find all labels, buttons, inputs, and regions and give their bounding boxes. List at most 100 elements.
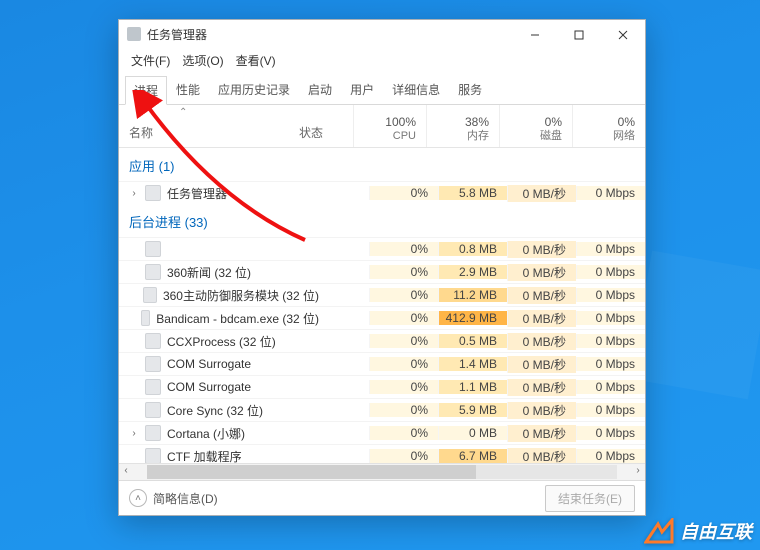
process-table: ⌃ 名称 状态 100% CPU 38% 内存 0% 磁盘 xyxy=(119,105,645,480)
process-icon xyxy=(143,287,157,303)
cell-name: COM Surrogate xyxy=(119,379,319,395)
process-name: CTF 加载程序 xyxy=(167,448,242,464)
cell-disk: 0 MB/秒 xyxy=(507,402,576,419)
cell-name: 360新闻 (32 位) xyxy=(119,264,319,281)
cell-disk: 0 MB/秒 xyxy=(507,425,576,442)
cell-memory: 412.9 MB xyxy=(438,311,507,325)
tab-details[interactable]: 详细信息 xyxy=(383,75,449,104)
cell-name: CCXProcess (32 位) xyxy=(119,333,319,350)
cell-disk: 0 MB/秒 xyxy=(507,448,576,464)
titlebar[interactable]: 任务管理器 xyxy=(119,20,645,48)
process-name: Bandicam - bdcam.exe (32 位) xyxy=(156,310,319,327)
fewer-details-button[interactable]: ˄ 简略信息(D) xyxy=(129,489,218,507)
table-row[interactable]: CCXProcess (32 位)0%0.5 MB0 MB/秒0 Mbps xyxy=(119,329,645,352)
process-name: CCXProcess (32 位) xyxy=(167,333,276,350)
horizontal-scrollbar[interactable]: ‹ › xyxy=(119,463,645,480)
cell-cpu: 0% xyxy=(369,334,438,348)
end-task-button[interactable]: 结束任务(E) xyxy=(545,485,635,512)
chevron-up-icon: ˄ xyxy=(129,489,147,507)
table-row[interactable]: 360主动防御服务模块 (32 位)0%11.2 MB0 MB/秒0 Mbps xyxy=(119,283,645,306)
process-icon xyxy=(145,402,161,418)
col-name[interactable]: ⌃ 名称 xyxy=(119,105,295,147)
window-title: 任务管理器 xyxy=(147,26,513,43)
process-icon xyxy=(145,185,161,201)
cell-cpu: 0% xyxy=(369,426,438,440)
tab-performance[interactable]: 性能 xyxy=(167,75,209,104)
cell-network: 0 Mbps xyxy=(576,242,645,256)
close-button[interactable] xyxy=(601,20,645,48)
col-status[interactable]: 状态 xyxy=(295,105,353,147)
table-body[interactable]: 应用 (1)›任务管理器0%5.8 MB0 MB/秒0 Mbps后台进程 (33… xyxy=(119,148,645,463)
watermark: 自由互联 xyxy=(644,518,752,544)
table-row[interactable]: Core Sync (32 位)0%5.9 MB0 MB/秒0 Mbps xyxy=(119,398,645,421)
cell-cpu: 0% xyxy=(369,288,438,302)
col-network[interactable]: 0% 网络 xyxy=(572,105,645,147)
cell-disk: 0 MB/秒 xyxy=(507,379,576,396)
scroll-track[interactable] xyxy=(147,465,617,479)
process-name: Core Sync (32 位) xyxy=(167,402,263,419)
cell-memory: 5.8 MB xyxy=(438,186,507,200)
menu-file[interactable]: 文件(F) xyxy=(127,50,174,71)
group-header[interactable]: 应用 (1) xyxy=(119,148,645,181)
process-name: 任务管理器 xyxy=(167,185,227,202)
process-icon xyxy=(145,264,161,280)
tab-startup[interactable]: 启动 xyxy=(299,75,341,104)
memory-label: 内存 xyxy=(431,130,489,143)
tab-services[interactable]: 服务 xyxy=(449,75,491,104)
table-row[interactable]: 0%0.8 MB0 MB/秒0 Mbps xyxy=(119,237,645,260)
col-disk[interactable]: 0% 磁盘 xyxy=(499,105,572,147)
process-icon xyxy=(145,241,161,257)
table-row[interactable]: COM Surrogate0%1.4 MB0 MB/秒0 Mbps xyxy=(119,352,645,375)
process-icon xyxy=(145,425,161,441)
cell-cpu: 0% xyxy=(369,357,438,371)
watermark-logo-icon xyxy=(644,518,674,544)
cell-network: 0 Mbps xyxy=(576,311,645,325)
task-manager-window: 任务管理器 文件(F) 选项(O) 查看(V) 进程 性能 应用历史记录 启动 … xyxy=(118,19,646,516)
cell-network: 0 Mbps xyxy=(576,449,645,463)
table-row[interactable]: Bandicam - bdcam.exe (32 位)0%412.9 MB0 M… xyxy=(119,306,645,329)
col-status-label: 状态 xyxy=(299,124,323,141)
expander-icon[interactable]: › xyxy=(129,188,139,199)
cell-name: › Cortana (小娜) xyxy=(119,425,319,442)
col-name-label: 名称 xyxy=(129,124,153,141)
table-row[interactable]: 360新闻 (32 位)0%2.9 MB0 MB/秒0 Mbps xyxy=(119,260,645,283)
table-row[interactable]: ›Cortana (小娜)0%0 MB0 MB/秒0 Mbps xyxy=(119,421,645,444)
menu-options[interactable]: 选项(O) xyxy=(178,50,227,71)
desktop: 任务管理器 文件(F) 选项(O) 查看(V) 进程 性能 应用历史记录 启动 … xyxy=(0,0,760,550)
cell-network: 0 Mbps xyxy=(576,265,645,279)
col-cpu[interactable]: 100% CPU xyxy=(353,105,426,147)
cell-name: 360主动防御服务模块 (32 位) xyxy=(119,287,319,304)
process-icon xyxy=(141,310,151,326)
minimize-button[interactable] xyxy=(513,20,557,48)
cell-name xyxy=(119,241,319,257)
cpu-label: CPU xyxy=(358,130,416,143)
scroll-left-icon[interactable]: ‹ xyxy=(119,465,133,479)
cell-name: › 任务管理器 xyxy=(119,185,319,202)
cell-network: 0 Mbps xyxy=(576,334,645,348)
group-header[interactable]: 后台进程 (33) xyxy=(119,204,645,237)
cell-name: COM Surrogate xyxy=(119,356,319,372)
cell-cpu: 0% xyxy=(369,265,438,279)
cell-memory: 0.5 MB xyxy=(438,334,507,348)
scroll-right-icon[interactable]: › xyxy=(631,465,645,479)
cell-network: 0 Mbps xyxy=(576,288,645,302)
cell-disk: 0 MB/秒 xyxy=(507,287,576,304)
tab-users[interactable]: 用户 xyxy=(341,75,383,104)
maximize-button[interactable] xyxy=(557,20,601,48)
process-name: Cortana (小娜) xyxy=(167,425,245,442)
table-row[interactable]: CTF 加载程序0%6.7 MB0 MB/秒0 Mbps xyxy=(119,444,645,463)
disk-pct: 0% xyxy=(504,115,562,129)
cell-disk: 0 MB/秒 xyxy=(507,264,576,281)
cell-name: CTF 加载程序 xyxy=(119,448,319,464)
tab-app-history[interactable]: 应用历史记录 xyxy=(209,75,299,104)
col-memory[interactable]: 38% 内存 xyxy=(426,105,499,147)
expander-icon[interactable]: › xyxy=(129,428,139,439)
menu-view[interactable]: 查看(V) xyxy=(232,50,280,71)
process-icon xyxy=(145,448,161,463)
table-row[interactable]: ›任务管理器0%5.8 MB0 MB/秒0 Mbps xyxy=(119,181,645,204)
scroll-thumb[interactable] xyxy=(147,465,476,479)
tab-processes[interactable]: 进程 xyxy=(125,76,167,105)
table-row[interactable]: COM Surrogate0%1.1 MB0 MB/秒0 Mbps xyxy=(119,375,645,398)
cell-disk: 0 MB/秒 xyxy=(507,310,576,327)
cell-memory: 6.7 MB xyxy=(438,449,507,463)
